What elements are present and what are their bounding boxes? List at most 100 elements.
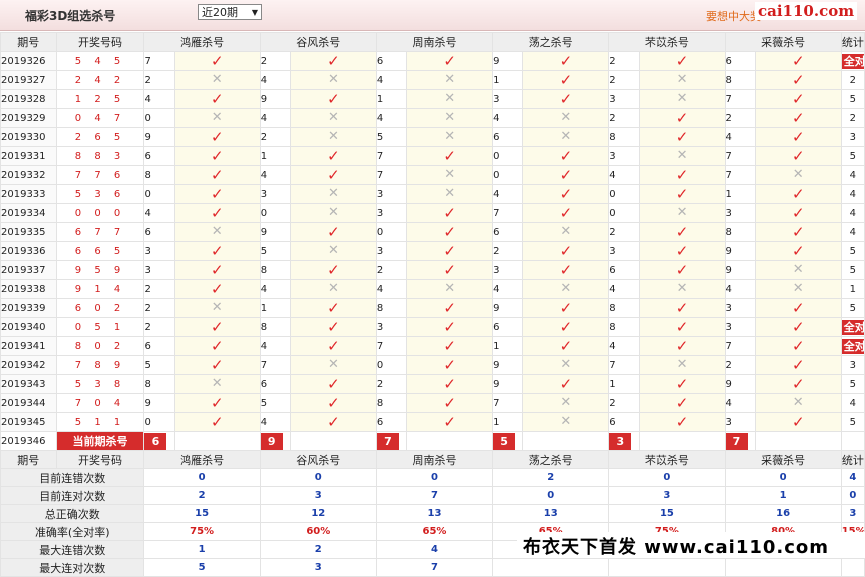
check-icon: ✓ xyxy=(210,242,224,260)
cross-icon: ✕ xyxy=(211,300,223,315)
check-icon: ✓ xyxy=(675,394,689,412)
cross-icon: ✕ xyxy=(792,167,804,182)
summary-value: 4 xyxy=(375,540,494,559)
page-title: 福彩3D组选杀号 xyxy=(25,9,116,23)
kill-number: 9 xyxy=(492,51,524,71)
summary-value: 13 xyxy=(375,504,494,523)
kill-number: 9 xyxy=(259,222,292,242)
check-icon: ✓ xyxy=(210,147,224,165)
summary-value: 7 xyxy=(375,558,494,577)
summary-value: 2 xyxy=(492,468,610,487)
table-row: 2019334 0 0 0 4 ✓ 0 ✕ 3 ✓ 7 ✓ 0 ✕ 3 ✓ 4 xyxy=(0,203,865,223)
kill-number: 2 xyxy=(492,241,524,261)
check-icon: ✓ xyxy=(675,413,689,431)
check-icon: ✓ xyxy=(791,185,805,203)
check-icon: ✓ xyxy=(559,299,573,317)
issue-number: 2019337 xyxy=(0,260,57,280)
check-icon: ✓ xyxy=(210,90,224,108)
check-icon: ✓ xyxy=(327,223,340,241)
col-expert-header: 荡之杀号 xyxy=(492,450,610,469)
check-icon: ✓ xyxy=(327,318,340,336)
check-icon: ✓ xyxy=(675,375,689,393)
kill-number: 6 xyxy=(608,260,640,280)
check-icon: ✓ xyxy=(443,375,456,393)
draw-numbers: 5 4 5 xyxy=(55,51,145,71)
kill-number: 6 xyxy=(492,127,524,147)
kill-number: 8 xyxy=(143,165,175,185)
row-stat: 5 xyxy=(840,146,865,166)
check-icon: ✓ xyxy=(443,337,456,355)
kill-number: 4 xyxy=(259,108,292,128)
kill-number: 2 xyxy=(608,393,640,413)
kill-number: 4 xyxy=(375,70,408,90)
issue-number: 2019326 xyxy=(0,51,57,71)
check-icon: ✓ xyxy=(675,318,689,336)
check-icon: ✓ xyxy=(675,242,689,260)
check-icon: ✓ xyxy=(559,166,573,184)
kill-number: 5 xyxy=(375,127,408,147)
kill-number: 4 xyxy=(492,279,524,299)
check-icon: ✓ xyxy=(327,52,340,70)
kill-number: 2 xyxy=(143,279,175,299)
kill-number: 3 xyxy=(143,241,175,261)
cross-icon: ✕ xyxy=(327,110,339,125)
cross-icon: ✕ xyxy=(444,72,456,87)
check-icon: ✓ xyxy=(791,356,805,374)
cross-icon: ✕ xyxy=(444,186,456,201)
kill-number: 4 xyxy=(608,336,640,356)
kill-number: 4 xyxy=(259,412,292,432)
kill-number: 7 xyxy=(492,393,524,413)
kill-number: 1 xyxy=(259,146,292,166)
cross-icon: ✕ xyxy=(676,281,688,296)
kill-number: 0 xyxy=(492,165,524,185)
kill-number: 3 xyxy=(724,317,756,337)
table-row: 2019335 6 7 7 6 ✕ 9 ✓ 0 ✓ 6 ✕ 2 ✓ 8 ✓ 4 xyxy=(0,222,865,242)
kill-number: 9 xyxy=(724,260,756,280)
summary-label: 目前连错次数 xyxy=(0,468,145,487)
cross-icon: ✕ xyxy=(792,262,804,277)
kill-number: 7 xyxy=(259,355,292,375)
kill-number: 0 xyxy=(375,355,408,375)
issue-number: 2019334 xyxy=(0,203,57,223)
col-expert-header: 谷风杀号 xyxy=(259,450,377,469)
period-select[interactable]: 近20期 ▼ xyxy=(198,4,262,20)
draw-numbers: 8 8 3 xyxy=(55,146,145,166)
kill-number: 0 xyxy=(143,184,175,204)
current-kill-number: 5 xyxy=(493,432,516,450)
row-stat: 4 xyxy=(840,165,865,185)
kill-number: 3 xyxy=(608,146,640,166)
summary-value: 2 xyxy=(259,540,377,559)
check-icon: ✓ xyxy=(443,299,456,317)
cross-icon: ✕ xyxy=(211,224,223,239)
cross-icon: ✕ xyxy=(560,281,572,296)
summary-value xyxy=(724,558,842,577)
kill-number: 8 xyxy=(259,260,292,280)
kill-number: 6 xyxy=(492,222,524,242)
check-icon: ✓ xyxy=(327,90,340,108)
cross-icon: ✕ xyxy=(211,110,223,125)
summary-value: 12 xyxy=(259,504,377,523)
promo-link[interactable]: 要想中大奖 xyxy=(706,8,761,24)
site-logo[interactable]: cai110.com xyxy=(755,2,858,20)
kill-number: 3 xyxy=(375,184,408,204)
cross-icon: ✕ xyxy=(676,357,688,372)
kill-number: 4 xyxy=(143,89,175,109)
table-row: 2019327 2 4 2 2 ✕ 4 ✕ 4 ✕ 1 ✓ 2 ✕ 8 ✓ 2 xyxy=(0,70,865,90)
kill-number: 9 xyxy=(724,374,756,394)
kill-number: 8 xyxy=(608,298,640,318)
kill-number: 2 xyxy=(259,51,292,71)
summary-label: 准确率(全对率) xyxy=(0,522,145,541)
cross-icon: ✕ xyxy=(560,395,572,410)
kill-number: 7 xyxy=(724,165,756,185)
kill-number: 9 xyxy=(492,355,524,375)
summary-stat: 3 xyxy=(840,504,865,523)
current-kill-number: 3 xyxy=(609,432,632,450)
col-expert-header: 采薇杀号 xyxy=(724,450,842,469)
check-icon: ✓ xyxy=(559,375,573,393)
issue-number: 2019335 xyxy=(0,222,57,242)
check-icon: ✓ xyxy=(559,52,573,70)
kill-number: 8 xyxy=(724,70,756,90)
cross-icon: ✕ xyxy=(444,129,456,144)
check-icon: ✓ xyxy=(791,318,805,336)
check-icon: ✓ xyxy=(443,147,456,165)
